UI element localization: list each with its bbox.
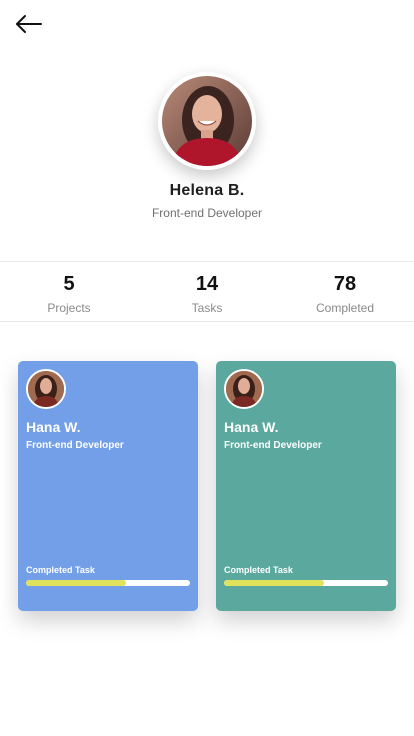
member-name: Hana W. <box>224 419 279 435</box>
stat-value: 5 <box>63 273 75 295</box>
arrow-left-icon <box>16 15 42 33</box>
progress-fill <box>26 580 127 586</box>
profile-name: Helena B. <box>169 182 245 199</box>
profile-role: Front-end Developer <box>151 206 263 220</box>
progress-label: Completed Task <box>26 565 95 575</box>
progress-bar <box>26 580 190 586</box>
stat-value: 14 <box>195 273 219 295</box>
profile-photo <box>162 76 252 166</box>
stat-label: Tasks <box>191 301 223 315</box>
member-photo <box>28 371 64 407</box>
profile-avatar[interactable] <box>158 72 256 170</box>
member-photo <box>226 371 262 407</box>
stat-label: Projects <box>47 301 91 315</box>
stat-completed[interactable]: 78 Completed <box>276 262 414 321</box>
stats-bar: 5 Projects 14 Tasks 78 Completed <box>0 261 414 322</box>
stat-value: 78 <box>333 273 357 295</box>
stat-tasks[interactable]: 14 Tasks <box>138 262 276 321</box>
member-name: Hana W. <box>26 419 81 435</box>
team-member-card[interactable]: Hana W. Front-end Developer Completed Ta… <box>216 361 396 611</box>
member-avatar <box>224 369 264 409</box>
stat-label: Completed <box>315 301 375 315</box>
team-member-card[interactable]: Hana W. Front-end Developer Completed Ta… <box>18 361 198 611</box>
back-button[interactable] <box>14 12 44 36</box>
member-role: Front-end Developer <box>224 440 322 451</box>
progress-fill <box>224 580 325 586</box>
stat-projects[interactable]: 5 Projects <box>0 262 138 321</box>
progress-bar <box>224 580 388 586</box>
progress-label: Completed Task <box>224 565 293 575</box>
profile-header: Helena B. Front-end Developer <box>0 72 414 220</box>
member-avatar <box>26 369 66 409</box>
member-role: Front-end Developer <box>26 440 124 451</box>
